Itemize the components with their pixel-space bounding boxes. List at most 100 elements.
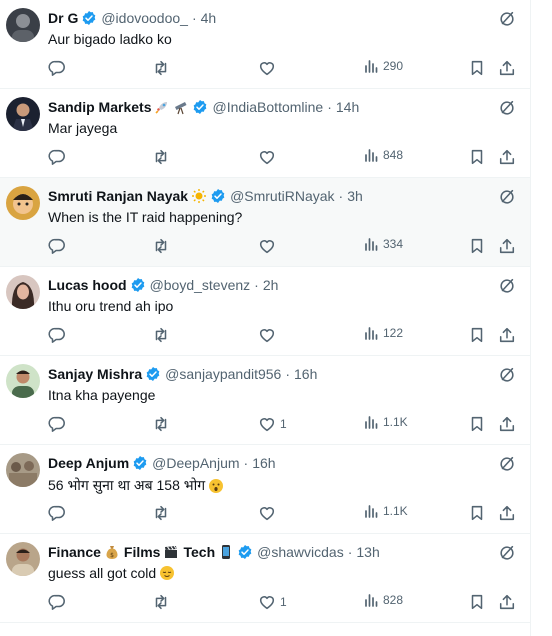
author-name-part[interactable]: Films: [124, 544, 161, 560]
timestamp[interactable]: 14h: [336, 99, 359, 115]
author-name[interactable]: Sandip Markets: [48, 99, 151, 115]
author-name[interactable]: Deep Anjum: [48, 455, 129, 471]
author-name[interactable]: Sanjay Mishra: [48, 366, 142, 382]
share-button[interactable]: [498, 326, 516, 344]
reply-button[interactable]: [48, 148, 66, 166]
tweet-text-content: 56 भोग सुना था अब 158 भोग: [48, 477, 206, 493]
views-button[interactable]: 1.1K: [364, 415, 408, 429]
like-button[interactable]: 1: [258, 415, 287, 433]
bookmark-button[interactable]: [468, 59, 486, 77]
avatar[interactable]: [6, 97, 40, 131]
reply-button[interactable]: [48, 504, 66, 522]
share-button[interactable]: [498, 593, 516, 611]
author-handle[interactable]: @IndiaBottomline: [212, 99, 323, 115]
like-button[interactable]: [258, 59, 280, 77]
timestamp[interactable]: 4h: [201, 10, 217, 26]
bookmark-button[interactable]: [468, 237, 486, 255]
share-button[interactable]: [498, 237, 516, 255]
tweet[interactable]: Dr G @idovoodoo_ · 4h Aur bigado ladko k…: [0, 0, 530, 89]
grok-icon[interactable]: [498, 277, 516, 295]
tweet[interactable]: Deep Anjum @DeepAnjum · 16h 56 भोग सुना …: [0, 445, 530, 534]
author-name[interactable]: Smruti Ranjan Nayak: [48, 188, 188, 204]
author-handle[interactable]: @boyd_stevenz: [150, 277, 251, 293]
author-name[interactable]: Lucas hood: [48, 277, 127, 293]
views-button[interactable]: 122: [364, 326, 403, 340]
repost-button[interactable]: [152, 504, 170, 522]
reply-button[interactable]: [48, 415, 66, 433]
bookmark-button[interactable]: [468, 148, 486, 166]
tweet-text: Aur bigado ladko ko: [48, 31, 172, 47]
like-button[interactable]: [258, 148, 280, 166]
verified-badge-icon: [130, 277, 146, 293]
grok-icon[interactable]: [498, 455, 516, 473]
avatar[interactable]: [6, 542, 40, 576]
avatar[interactable]: [6, 186, 40, 220]
author-handle[interactable]: @idovoodoo_: [101, 10, 188, 26]
timestamp[interactable]: 2h: [263, 277, 279, 293]
repost-icon: [155, 327, 167, 343]
separator-dot: ·: [347, 544, 353, 560]
like-button[interactable]: [258, 237, 280, 255]
grok-icon[interactable]: [498, 99, 516, 117]
view-count: 1.1K: [383, 415, 408, 429]
avatar[interactable]: [6, 8, 40, 42]
bookmark-button[interactable]: [468, 504, 486, 522]
views-button[interactable]: 290: [364, 59, 403, 73]
avatar[interactable]: [6, 275, 40, 309]
bookmark-button[interactable]: [468, 326, 486, 344]
views-button[interactable]: 1.1K: [364, 504, 408, 518]
author-handle[interactable]: @DeepAnjum: [152, 455, 239, 471]
grok-icon[interactable]: [498, 544, 516, 562]
tweet[interactable]: Lucas hood @boyd_stevenz · 2h Ithu oru t…: [0, 267, 530, 356]
bookmark-icon: [471, 327, 483, 343]
share-button[interactable]: [498, 148, 516, 166]
tweet[interactable]: Sandip Markets @IndiaBottomline · 14h Ma…: [0, 89, 530, 178]
reply-button[interactable]: [48, 59, 66, 77]
like-button[interactable]: 1: [258, 593, 287, 611]
views-button[interactable]: 828: [364, 593, 403, 607]
author-name[interactable]: Finance: [48, 544, 101, 560]
reply-button[interactable]: [48, 237, 66, 255]
author-handle[interactable]: @SmrutiRNayak: [230, 188, 334, 204]
tweet[interactable]: Finance $ Films Tech @shawvicdas · 13h g…: [0, 534, 530, 623]
reply-button[interactable]: [48, 326, 66, 344]
timestamp[interactable]: 16h: [252, 455, 275, 471]
views-button[interactable]: 334: [364, 237, 403, 251]
view-count: 122: [383, 326, 404, 340]
grok-icon[interactable]: [498, 188, 516, 206]
bookmark-button[interactable]: [468, 415, 486, 433]
repost-button[interactable]: [152, 148, 170, 166]
grok-icon[interactable]: [498, 10, 516, 28]
bookmark-button[interactable]: [468, 593, 486, 611]
repost-button[interactable]: [152, 593, 170, 611]
repost-button[interactable]: [152, 237, 170, 255]
repost-button[interactable]: [152, 415, 170, 433]
clapper-emoji-icon: [163, 544, 179, 560]
repost-icon: [155, 594, 167, 610]
like-button[interactable]: [258, 504, 280, 522]
author-handle[interactable]: @sanjaypandit956: [165, 366, 281, 382]
share-button[interactable]: [498, 59, 516, 77]
analytics-icon: [365, 416, 378, 429]
avatar[interactable]: [6, 453, 40, 487]
repost-button[interactable]: [152, 326, 170, 344]
tweet[interactable]: Sanjay Mishra @sanjaypandit956 · 16h Itn…: [0, 356, 530, 445]
author-name[interactable]: Dr G: [48, 10, 78, 26]
author-handle[interactable]: @shawvicdas: [257, 544, 344, 560]
avatar[interactable]: [6, 364, 40, 398]
reply-button[interactable]: [48, 593, 66, 611]
like-button[interactable]: [258, 326, 280, 344]
bookmark-icon: [471, 505, 483, 521]
timestamp[interactable]: 3h: [347, 188, 363, 204]
grok-icon[interactable]: [498, 366, 516, 384]
tweet[interactable]: Smruti Ranjan Nayak @SmrutiRNayak · 3h W…: [0, 178, 530, 267]
author-name-part[interactable]: Tech: [183, 544, 215, 560]
share-button[interactable]: [498, 504, 516, 522]
share-button[interactable]: [498, 415, 516, 433]
heart-icon: [259, 62, 275, 76]
repost-button[interactable]: [152, 59, 170, 77]
share-icon: [499, 149, 515, 165]
timestamp[interactable]: 16h: [294, 366, 317, 382]
views-button[interactable]: 848: [364, 148, 403, 162]
timestamp[interactable]: 13h: [356, 544, 379, 560]
